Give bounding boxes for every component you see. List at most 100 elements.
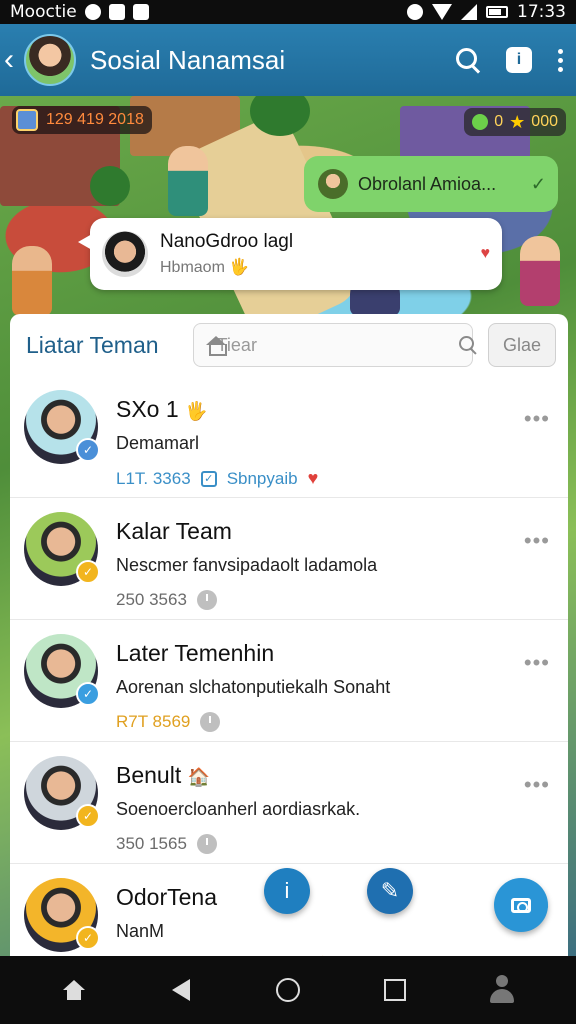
friend-meta-number: 350 1565 — [116, 834, 187, 853]
square-icon — [384, 979, 407, 1001]
friend-avatar[interactable]: ✓ — [24, 390, 100, 464]
nav-home-circle-button[interactable] — [268, 970, 308, 1010]
home-icon — [205, 336, 228, 356]
friend-list-panel: Liatar Teman Glae ✓ SXo 1 🖐 Demamarl L1T… — [10, 314, 568, 956]
circle-icon — [275, 978, 300, 1002]
more-options-icon[interactable]: ••• — [524, 406, 550, 432]
chat-sender-name: NanoGdroo lagl — [160, 231, 294, 252]
status-badge: ✓ — [76, 926, 100, 950]
friend-meta-tag: Sbnpyaib — [226, 468, 298, 488]
friend-avatar[interactable]: ✓ — [24, 634, 100, 708]
friend-row[interactable]: ✓ Benult 🏠 Soenoercloanherl aordiasrkak.… — [10, 742, 568, 864]
friend-search-box[interactable] — [192, 323, 473, 367]
player-stats-text: 129 419 2018 — [46, 111, 144, 128]
friend-row[interactable]: ✓ Kalar Team Nescmer fanvsipadaolt ladam… — [10, 498, 568, 620]
nav-home-button[interactable] — [54, 970, 94, 1010]
filter-button[interactable]: Glae — [488, 323, 556, 367]
friend-meta: R7T 8569 — [116, 712, 554, 732]
friend-meta: 250 3563 — [116, 590, 554, 610]
signal-icon — [461, 4, 477, 20]
person-icon — [490, 975, 515, 1005]
page-title: Sosial Nanamsai — [90, 44, 286, 75]
player-avatar — [16, 109, 38, 131]
clock-icon — [200, 712, 221, 732]
friend-status: Demamarl — [116, 433, 200, 453]
name-emoji: 🖐 — [185, 401, 208, 421]
status-badge: ✓ — [76, 560, 100, 584]
system-nav-bar — [0, 956, 576, 1024]
clock-icon — [196, 834, 217, 854]
chat-avatar — [318, 169, 348, 199]
nav-back-button[interactable] — [161, 970, 201, 1010]
game-character — [520, 236, 560, 306]
friend-list-header: Liatar Teman Glae — [10, 314, 568, 376]
more-options-icon[interactable]: ••• — [524, 528, 550, 554]
back-arrow-icon[interactable]: ‹ — [4, 45, 22, 75]
friend-row[interactable]: ✓ Later Temenhin Aorenan slchatonputieka… — [10, 620, 568, 742]
app-toolbar: ‹ Sosial Nanamsai i — [0, 24, 576, 96]
overflow-menu-icon[interactable] — [558, 48, 564, 72]
info-icon[interactable]: i — [506, 47, 532, 73]
friend-status: Aorenan slchatonputiekalh Sonaht — [116, 677, 391, 697]
checkmark-icon: ✓ — [530, 173, 546, 194]
carrier-label: Mooctie — [10, 2, 77, 22]
name-emoji: 🏠 — [187, 767, 211, 787]
friend-status: Nescmer fanvsipadaolt ladamola — [116, 555, 378, 575]
chat-message-text: Hbmaom 🖐 — [160, 259, 250, 276]
friend-meta-number: 250 3563 — [116, 590, 187, 609]
gem-icon — [472, 114, 489, 130]
status-bar: Mooctie 17:33 — [0, 0, 576, 24]
friend-avatar[interactable]: ✓ — [24, 878, 100, 952]
more-options-icon[interactable]: ••• — [524, 650, 550, 676]
friend-meta-number: R7T 8569 — [116, 712, 191, 731]
chat-bubble-text: Obrolanl Amioa... — [358, 173, 497, 194]
home-icon — [62, 980, 85, 1000]
friend-row[interactable]: ✓ SXo 1 🖐 Demamarl L1T. 3363 ✓ Sbnpyaib … — [10, 376, 568, 498]
friend-meta: 350 1565 — [116, 834, 554, 854]
notification-icon — [84, 4, 101, 20]
more-options-icon[interactable]: ••• — [524, 772, 550, 798]
status-badge: ✓ — [76, 804, 100, 828]
profile-avatar[interactable] — [24, 34, 76, 86]
friend-avatar[interactable]: ✓ — [24, 756, 100, 830]
heart-icon: ♥ — [307, 468, 319, 488]
back-icon — [171, 979, 190, 1001]
clock-icon — [196, 590, 217, 610]
currency-badge: 0 ★ 000 — [464, 108, 566, 136]
player-stats-badge: 129 419 2018 — [12, 106, 152, 134]
battery-icon — [486, 6, 508, 18]
friend-search-input[interactable] — [216, 334, 449, 356]
status-badge: ✓ — [76, 682, 100, 706]
friend-name: Benult 🏠 — [116, 762, 211, 788]
star-icon: ★ — [509, 111, 526, 132]
friend-meta: L1T. 3363 ✓ Sbnpyaib ♥ — [116, 468, 554, 489]
alarm-icon — [407, 4, 423, 20]
camera-icon — [511, 897, 531, 913]
chat-bubble-incoming[interactable]: Obrolanl Amioa... ✓ — [304, 156, 558, 212]
info-fab-button[interactable]: i — [264, 868, 310, 914]
nav-recents-button[interactable] — [375, 970, 415, 1010]
friend-name: OdorTena — [116, 884, 218, 910]
search-icon[interactable] — [458, 336, 473, 354]
nav-profile-button[interactable] — [482, 970, 522, 1010]
wifi-icon — [432, 4, 452, 20]
clock-label: 17:33 — [517, 2, 566, 22]
friend-status: Soenoercloanherl aordiasrkak. — [116, 799, 361, 819]
friend-name: SXo 1 🖐 — [116, 396, 208, 422]
chat-bubble-message[interactable]: NanoGdroo lagl Hbmaom 🖐 ♥ — [78, 218, 502, 290]
friend-meta-number: L1T. 3363 — [116, 468, 191, 488]
star-count: 000 — [531, 113, 558, 130]
friend-name: Kalar Team — [116, 518, 232, 544]
checkbox-icon: ✓ — [200, 470, 217, 487]
status-badge: ✓ — [76, 438, 100, 462]
search-icon[interactable] — [456, 48, 480, 72]
friend-name: Later Temenhin — [116, 640, 275, 666]
camera-fab-button[interactable] — [494, 878, 548, 932]
friend-status: NanM — [116, 921, 165, 941]
chat-avatar — [102, 231, 148, 277]
edit-fab-button[interactable]: ✎ — [367, 868, 413, 914]
reaction-icon: ♥ — [480, 245, 491, 262]
shield-icon — [108, 4, 125, 20]
friend-avatar[interactable]: ✓ — [24, 512, 100, 586]
tree-illustration — [90, 166, 130, 206]
